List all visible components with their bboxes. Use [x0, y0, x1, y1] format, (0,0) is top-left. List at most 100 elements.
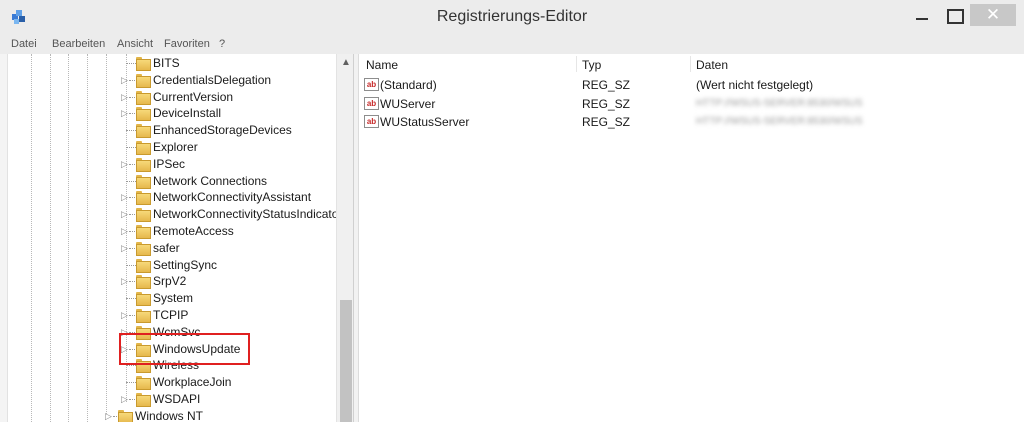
scroll-up-arrow-icon[interactable]: ▲	[337, 54, 353, 72]
minimize-button[interactable]	[908, 4, 936, 26]
column-header-name[interactable]: Name	[366, 58, 398, 72]
tree-item[interactable]: ▷ NetworkConnectivityStatusIndicator	[118, 206, 342, 223]
tree-item-label: safer	[153, 240, 180, 255]
pane-splitter[interactable]	[354, 54, 359, 422]
tree-item-label: DeviceInstall	[153, 106, 222, 121]
tree-item[interactable]: WorkplaceJoin	[118, 374, 334, 391]
tree-item[interactable]: ▷ safer	[118, 240, 334, 256]
tree-item-label: SrpV2	[153, 274, 187, 289]
value-data: HTTP://WSUS-SERVER:8530/WSUS	[696, 97, 863, 109]
folder-icon	[136, 376, 151, 391]
tree-connector	[126, 382, 136, 384]
tree-item-label: CredentialsDelegation	[153, 72, 272, 87]
tree-item[interactable]: Network Connections	[118, 173, 334, 189]
folder-icon	[136, 208, 151, 223]
menu-ansicht[interactable]: Ansicht	[117, 38, 153, 50]
folder-icon	[136, 141, 151, 155]
tree-connector	[126, 130, 136, 132]
scroll-thumb[interactable]	[340, 300, 352, 422]
column-separator[interactable]	[690, 56, 691, 72]
tree-item-windows-nt[interactable]: ▷ Windows NT	[100, 408, 334, 422]
value-row[interactable]: ab WUServer REG_SZ HTTP://WSUS-SERVER:8530/…	[360, 95, 1024, 113]
folder-icon	[118, 409, 133, 422]
folder-icon	[136, 73, 151, 88]
tree-guide-line	[68, 54, 69, 422]
expand-arrow-icon[interactable]: ▷	[121, 307, 128, 323]
tree-item[interactable]: ▷ WSDAPI	[118, 391, 334, 407]
tree-item[interactable]: ▷ DeviceInstall	[118, 105, 334, 122]
tree-item[interactable]: Explorer	[118, 139, 334, 155]
expand-arrow-icon[interactable]: ▷	[121, 223, 128, 239]
folder-icon	[136, 241, 151, 256]
tree-item[interactable]: ▷ CurrentVersion	[118, 89, 334, 105]
window-title: Registrierungs-Editor	[436, 8, 588, 25]
tree-item[interactable]: BITS	[118, 55, 334, 71]
folder-icon	[136, 258, 151, 273]
folder-icon	[136, 57, 151, 71]
column-header-data[interactable]: Daten	[696, 58, 728, 72]
menu-help[interactable]: ?	[219, 38, 225, 50]
tree-item-label: NetworkConnectivityStatusIndicator	[153, 207, 343, 222]
tree-item[interactable]: ▷ IPSec	[118, 156, 334, 172]
value-type: REG_SZ	[582, 78, 631, 92]
value-name: WUStatusServer	[380, 115, 470, 129]
expand-arrow-icon[interactable]: ▷	[121, 240, 128, 256]
expand-arrow-icon[interactable]: ▷	[121, 89, 128, 105]
close-button[interactable]: ✕	[970, 4, 1016, 26]
column-header-type[interactable]: Typ	[582, 58, 601, 72]
tree-item[interactable]: System	[118, 290, 334, 307]
tree-item-label: EnhancedStorageDevices	[153, 123, 292, 138]
tree-item-label: Windows NT	[135, 408, 204, 422]
tree-guide-line	[31, 54, 32, 422]
folder-icon	[136, 309, 151, 323]
tree-connector	[126, 264, 136, 266]
menu-favoriten[interactable]: Favoriten	[164, 38, 210, 50]
value-row[interactable]: ab WUStatusServer REG_SZ HTTP://WSUS-SERVER…	[360, 113, 1024, 131]
tree-item[interactable]: ▷ SrpV2	[118, 273, 334, 290]
values-list[interactable]: Name Typ Daten ab (Standard) REG_SZ (Wert n…	[360, 54, 1024, 422]
menu-datei[interactable]: Datei	[11, 38, 37, 50]
expand-arrow-icon[interactable]: ▷	[105, 408, 112, 422]
menu-bar: Datei Bearbeiten Ansicht Favoriten ?	[0, 36, 1024, 54]
tree-item-label: WSDAPI	[153, 392, 201, 406]
string-value-icon: ab	[364, 115, 379, 128]
folder-icon	[136, 90, 151, 105]
tree-guide-line	[87, 54, 88, 422]
tree-guide-line	[50, 54, 51, 422]
tree-item-label: System	[153, 291, 194, 306]
expand-arrow-icon[interactable]: ▷	[121, 189, 128, 205]
value-name: WUServer	[380, 96, 436, 111]
value-row[interactable]: ab (Standard) REG_SZ (Wert nicht festgelegt…	[360, 76, 1024, 94]
expand-arrow-icon[interactable]: ▷	[121, 391, 128, 407]
tree-item[interactable]: ▷ RemoteAccess	[118, 223, 334, 239]
tree-guide-line	[106, 54, 107, 414]
tree-scrollbar[interactable]: ▲	[336, 54, 353, 422]
folder-icon	[136, 124, 151, 139]
column-separator[interactable]	[576, 56, 577, 72]
tree-item[interactable]: ▷ TCPIP	[118, 307, 334, 323]
registry-tree[interactable]: BITS ▷ CredentialsDelegation ▷ CurrentVersio…	[0, 54, 354, 422]
folder-icon	[136, 292, 151, 307]
tree-item-label: TCPIP	[153, 308, 189, 322]
tree-item-label: WorkplaceJoin	[153, 375, 232, 390]
expand-arrow-icon[interactable]: ▷	[121, 206, 128, 222]
expand-arrow-icon[interactable]: ▷	[121, 72, 128, 88]
expand-arrow-icon[interactable]: ▷	[121, 156, 128, 172]
expand-arrow-icon[interactable]: ▷	[121, 273, 128, 289]
tree-item-label: RemoteAccess	[153, 224, 234, 238]
expand-arrow-icon[interactable]: ▷	[121, 105, 128, 121]
tree-item[interactable]: ▷ CredentialsDelegation	[118, 72, 334, 88]
folder-icon	[136, 157, 151, 172]
tree-left-strip	[0, 54, 8, 422]
folder-icon	[136, 225, 151, 239]
tree-item[interactable]: ▷ NetworkConnectivityAssistant	[118, 189, 334, 206]
menu-bearbeiten[interactable]: Bearbeiten	[52, 38, 105, 50]
value-data: HTTP://WSUS-SERVER:8530/WSUS	[696, 116, 863, 127]
tree-item-label: IPSec	[153, 156, 186, 171]
string-value-icon: ab	[364, 96, 379, 110]
tree-item[interactable]: EnhancedStorageDevices	[118, 122, 334, 139]
value-data: (Wert nicht festgelegt)	[696, 78, 814, 92]
tree-item[interactable]: SettingSync	[118, 257, 334, 273]
tree-connector	[126, 180, 136, 182]
maximize-button[interactable]	[940, 4, 968, 26]
